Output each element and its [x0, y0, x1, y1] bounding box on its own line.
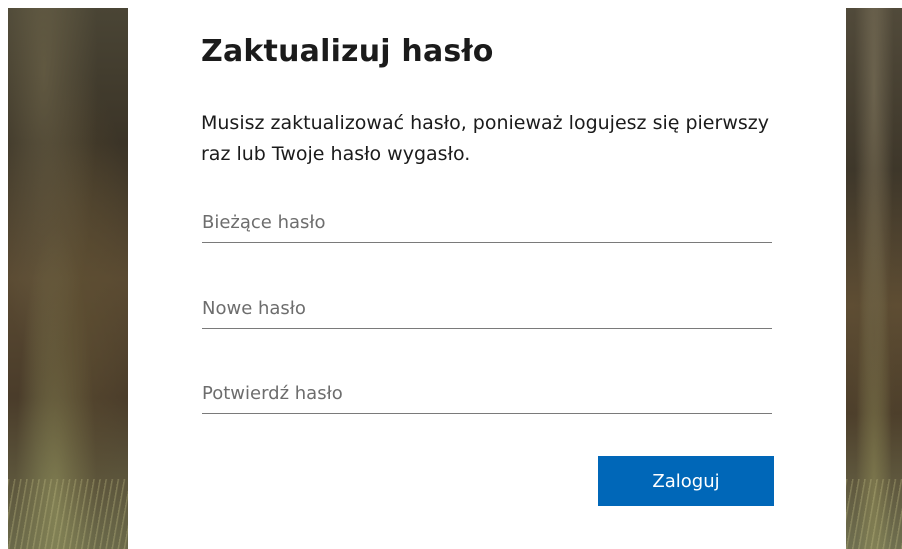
page-title: Zaktualizuj hasło [201, 34, 494, 69]
description-text: Musisz zaktualizować hasło, ponieważ log… [201, 112, 769, 165]
confirm-password-field[interactable] [202, 373, 772, 414]
background-grass [846, 479, 902, 549]
update-password-card: Zaktualizuj hasło Musisz zaktualizować h… [128, 0, 846, 549]
new-password-field[interactable] [202, 288, 772, 329]
page: Zaktualizuj hasło Musisz zaktualizować h… [0, 0, 902, 549]
current-password-field[interactable] [202, 202, 772, 243]
background-image-left [8, 8, 128, 549]
background-image-right [846, 8, 902, 549]
sign-in-button[interactable]: Zaloguj [598, 456, 774, 506]
background-grass [8, 479, 128, 549]
